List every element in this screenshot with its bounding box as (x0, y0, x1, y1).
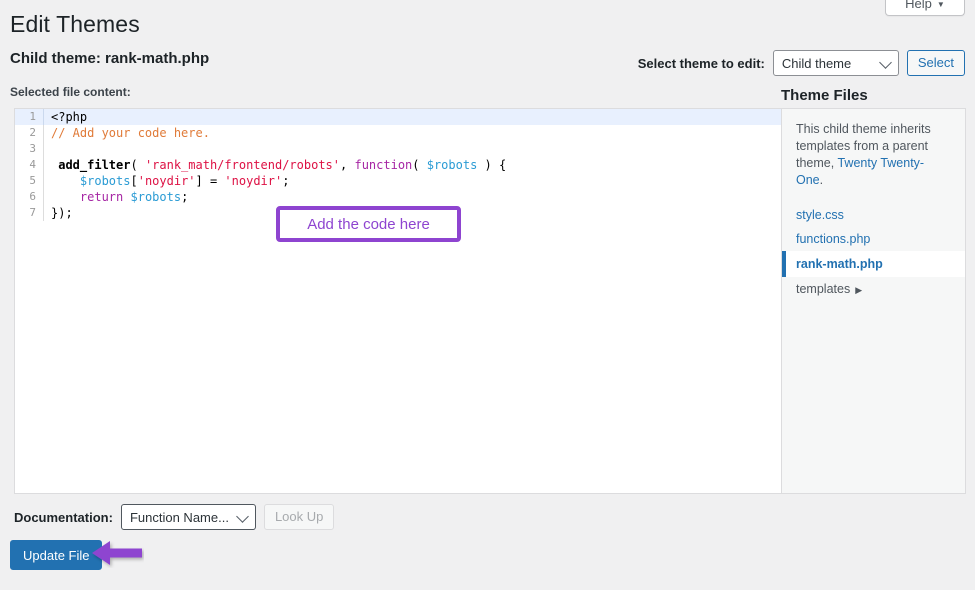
code-callout-text: Add the code here (307, 215, 430, 233)
code-line: 2 // Add your code here. (15, 125, 781, 141)
code-line-text (43, 141, 781, 157)
look-up-button[interactable]: Look Up (263, 504, 335, 530)
code-token: ( (412, 158, 427, 172)
theme-files-heading: Theme Files (781, 87, 868, 104)
code-token: ; (282, 174, 290, 188)
line-number: 4 (29, 158, 36, 171)
chevron-down-icon (236, 510, 249, 523)
theme-file-item-label: functions.php (796, 232, 871, 246)
code-token: ; (181, 190, 189, 204)
code-token: $robots (79, 174, 131, 188)
theme-file-item-label: rank-math.php (796, 257, 883, 271)
help-button[interactable]: Help ▼ (885, 0, 965, 16)
line-number: 3 (29, 142, 36, 155)
code-token: function (354, 158, 413, 172)
line-number: 7 (29, 206, 36, 219)
line-number: 5 (29, 174, 36, 187)
code-token: $robots (426, 158, 478, 172)
code-token: <?php (51, 110, 88, 124)
theme-files-description: This child theme inherits templates from… (796, 121, 951, 189)
chevron-down-icon: ▼ (936, 0, 945, 9)
code-line: 1 <?php (15, 109, 781, 125)
chevron-down-icon (878, 56, 892, 69)
code-line-text: $robots['noydir'] = 'noydir'; (43, 173, 781, 189)
code-line-text: // Add your code here. (43, 125, 781, 141)
code-token: 'noydir' (224, 174, 283, 188)
code-line: 5 $robots['noydir'] = 'noydir'; (15, 173, 781, 189)
help-button-label: Help (905, 0, 932, 11)
update-file-button[interactable]: Update File (10, 540, 103, 570)
documentation-label: Documentation: (14, 509, 113, 525)
documentation-select[interactable]: Function Name... (120, 504, 256, 530)
theme-file-item-label: templates (796, 282, 851, 296)
code-token: , (340, 158, 355, 172)
theme-selector-row: Select theme to edit: Child theme Select (638, 50, 965, 76)
child-theme-subtitle: Child theme: rank-math.php (10, 50, 210, 67)
theme-file-item-rank-math-php[interactable]: rank-math.php (782, 251, 965, 277)
code-line: 6 return $robots; (15, 189, 781, 205)
code-token: add_filter (58, 158, 131, 172)
code-token: [ (130, 174, 138, 188)
code-token: return (79, 190, 124, 204)
line-number: 1 (29, 110, 36, 123)
editor-container: 1 <?php 2 // Add your code here. 3 4 add_filt… (14, 108, 966, 494)
theme-selector-label: Select theme to edit: (637, 55, 765, 71)
arrow-annotation-icon (92, 541, 142, 565)
theme-file-item-style-css[interactable]: style.css (796, 203, 951, 227)
code-line-text: <?php (43, 109, 781, 125)
line-number: 2 (29, 126, 36, 139)
documentation-row: Documentation: Function Name... Look Up (14, 504, 335, 530)
code-editor[interactable]: 1 <?php 2 // Add your code here. 3 4 add_filt… (15, 109, 781, 493)
theme-files-panel: This child theme inherits templates from… (781, 109, 965, 493)
code-token: // Add your code here. (51, 126, 210, 140)
theme-select-dropdown[interactable]: Child theme (772, 50, 899, 76)
code-line-text: add_filter( 'rank_math/frontend/robots',… (43, 157, 781, 173)
code-token: 'rank_math/frontend/robots' (144, 158, 341, 172)
theme-file-item-functions-php[interactable]: functions.php (796, 227, 951, 251)
code-line: 3 (15, 141, 781, 157)
theme-files-list: This child theme inherits templates from… (782, 121, 965, 301)
theme-files-description-text2: . (819, 173, 824, 187)
line-number: 6 (29, 190, 36, 203)
chevron-right-icon: ▶ (855, 285, 863, 295)
select-theme-button[interactable]: Select (906, 50, 965, 76)
code-callout-annotation: Add the code here (276, 206, 461, 242)
code-line-text: return $robots; (43, 189, 781, 205)
code-line: 4 add_filter( 'rank_math/frontend/robots… (15, 157, 781, 173)
page-title: Edit Themes (10, 11, 140, 37)
code-token: ] = (195, 174, 225, 188)
selected-file-content-label: Selected file content: (10, 85, 131, 99)
theme-file-item-templates[interactable]: templates ▶ (796, 277, 951, 301)
code-token: $robots (130, 190, 182, 204)
code-token: }); (51, 206, 73, 220)
code-token: 'noydir' (137, 174, 196, 188)
code-token: ) { (477, 158, 507, 172)
theme-file-item-label: style.css (796, 208, 844, 222)
documentation-select-value: Function Name... (129, 509, 229, 525)
code-token: ( (130, 158, 145, 172)
theme-select-value: Child theme (781, 55, 852, 71)
